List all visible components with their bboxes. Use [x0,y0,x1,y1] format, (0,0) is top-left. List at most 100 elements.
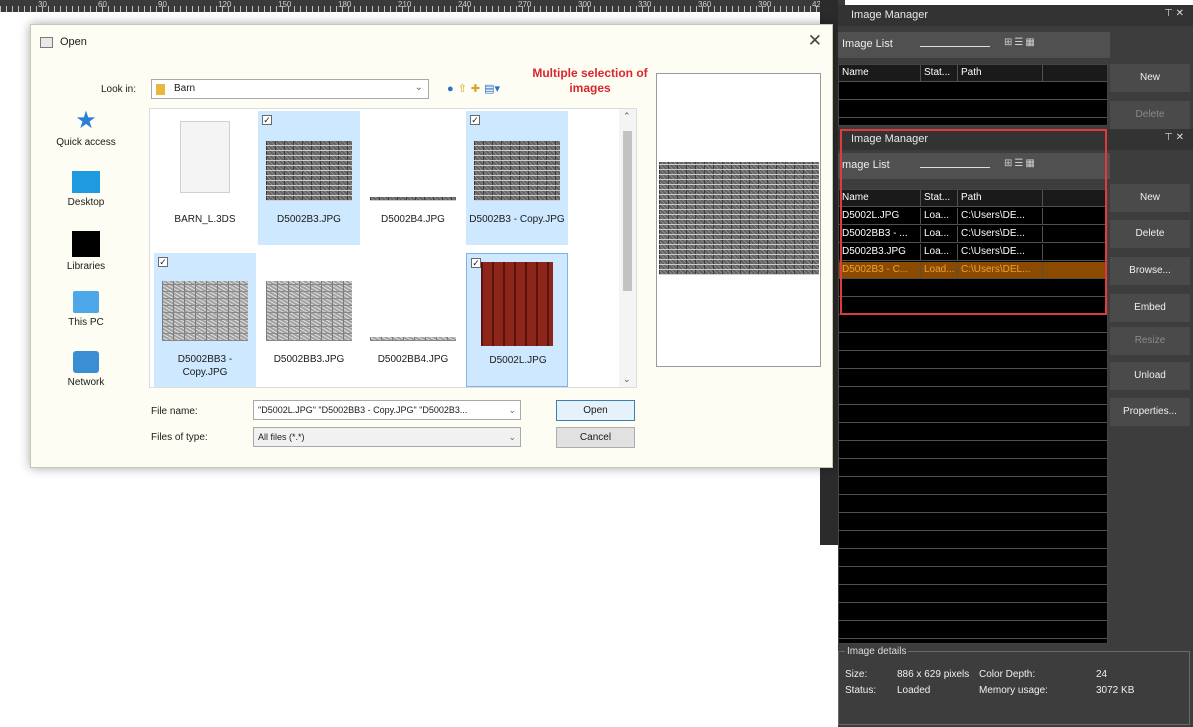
file-tile[interactable]: ✓ D5002B3.JPG [258,111,360,245]
chevron-up-icon[interactable]: ⌃ [623,111,631,122]
file-list-view: BARN_L.3DS ✓ D5002B3.JPG D5002B4.JPG ✓ D… [149,108,637,388]
table-row[interactable] [839,460,1107,477]
back-icon[interactable]: ● [447,81,454,97]
scrollbar-thumb[interactable] [623,131,632,291]
files-of-type-dropdown[interactable]: All files (*.*) ⌄ [253,427,521,447]
desktop-icon [72,171,100,193]
table-row[interactable] [839,424,1107,441]
pin-close-icon[interactable]: ⊤ ✕ [1164,132,1184,143]
network-icon [73,351,99,373]
dialog-titlebar: Open ✕ [31,25,832,61]
column-header[interactable]: Path [958,65,1043,82]
table-row[interactable] [839,622,1107,639]
ruler-label: 210 [398,0,412,9]
file-tile[interactable]: BARN_L.3DS [154,111,256,245]
table-row[interactable] [839,406,1107,423]
table-row[interactable] [839,352,1107,369]
star-icon: ★ [75,107,97,134]
file-name: D5002B3 - Copy.JPG [469,214,565,225]
files-of-type-label: Files of type: [151,432,208,443]
place-label: Network [67,377,105,388]
image-details-legend: Image details [845,646,909,657]
file-tile[interactable]: ✓ D5002B3 - Copy.JPG [466,111,568,245]
pin-close-icon[interactable]: ⊤ ✕ [1164,8,1184,19]
table-row[interactable] [839,370,1107,387]
place-network[interactable]: Network [31,351,141,388]
document-icon [180,121,230,193]
ruler-label: 390 [758,0,772,9]
delete-button[interactable]: Delete [1110,101,1190,129]
place-desktop[interactable]: Desktop [31,171,141,208]
status-label: Status: [845,685,877,696]
properties-button[interactable]: Properties... [1110,398,1190,426]
place-label: Libraries [66,261,106,272]
table-row[interactable] [839,514,1107,531]
dialog-title: Open [60,36,87,48]
annotation-highlight-frame [840,129,1107,315]
new-folder-icon[interactable]: ✚ [471,81,480,97]
up-folder-icon[interactable]: ⇧ [458,81,467,97]
checkbox-icon[interactable]: ✓ [471,258,481,268]
image-thumbnail [370,197,456,201]
table-row[interactable] [839,101,1107,118]
file-name: D5002BB3.JPG [273,354,345,365]
column-header[interactable]: Stat... [921,65,958,82]
table-row[interactable] [839,586,1107,603]
file-tile[interactable]: ✓ D5002BB3 - Copy.JPG [154,253,256,387]
checkbox-icon[interactable]: ✓ [262,115,272,125]
image-thumbnail [370,337,456,341]
place-this-pc[interactable]: This PC [31,291,141,328]
open-button[interactable]: Open [556,400,635,421]
table-row[interactable] [839,532,1107,549]
cancel-button[interactable]: Cancel [556,427,635,448]
memory-usage-value: 3072 KB [1096,685,1135,696]
column-header[interactable]: Name [839,65,921,82]
table-row[interactable] [839,316,1107,333]
preview-pane [656,73,821,367]
file-tile[interactable]: D5002BB3.JPG [258,253,360,387]
file-list-scrollbar[interactable]: ⌃ ⌄ [619,109,636,387]
file-name-input[interactable]: "D5002L.JPG" "D5002BB3 - Copy.JPG" "D500… [253,400,521,420]
checkbox-icon[interactable]: ✓ [470,115,480,125]
table-row[interactable] [839,83,1107,100]
file-name: D5002L.JPG [489,355,547,366]
table-row[interactable] [839,478,1107,495]
close-icon[interactable]: ✕ [808,31,822,51]
view-menu-icon[interactable]: ▤▾ [484,81,500,97]
table-row[interactable] [839,568,1107,585]
table-row[interactable] [839,496,1107,513]
place-label: Desktop [67,197,105,208]
file-tile[interactable]: D5002BB4.JPG [362,253,464,387]
size-label: Size: [845,669,868,680]
chevron-down-icon[interactable]: ⌄ [623,374,631,385]
table-row[interactable] [839,550,1107,567]
view-mode-icon[interactable]: ⊞☰▦ [1004,37,1037,48]
resize-button[interactable]: Resize [1110,327,1190,355]
image-thumbnail [266,281,352,341]
unload-button[interactable]: Unload [1110,362,1190,390]
ruler-label: 120 [218,0,232,9]
table-row[interactable] [839,334,1107,351]
file-tile[interactable]: D5002B4.JPG [362,111,464,245]
annotation-callout: Multiple selection of images [532,66,648,95]
look-in-label: Look in: [101,84,137,95]
table-row[interactable] [839,388,1107,405]
panel-titlebar: Image Manager ⊤ ✕ [838,5,1193,26]
file-tile[interactable]: ✓ D5002L.JPG [466,253,568,387]
preview-image [659,162,819,275]
top-ruler: 30 60 90 120 150 180 210 240 270 300 330… [0,0,845,12]
chevron-down-icon[interactable]: ⌄ [508,401,516,419]
browse-button[interactable]: Browse... [1110,257,1190,285]
place-libraries[interactable]: Libraries [31,231,141,272]
look-in-dropdown[interactable]: Barn ⌄ [151,79,429,99]
new-button[interactable]: New [1110,184,1190,212]
table-row[interactable] [839,442,1107,459]
place-quick-access[interactable]: ★ Quick access [31,107,141,149]
table-row[interactable] [839,604,1107,621]
embed-button[interactable]: Embed [1110,294,1190,322]
delete-button[interactable]: Delete [1110,220,1190,248]
file-name-label: File name: [151,406,198,417]
checkbox-icon[interactable]: ✓ [158,257,168,267]
grid-header: Name Stat... Path [839,65,1107,82]
new-button[interactable]: New [1110,64,1190,92]
